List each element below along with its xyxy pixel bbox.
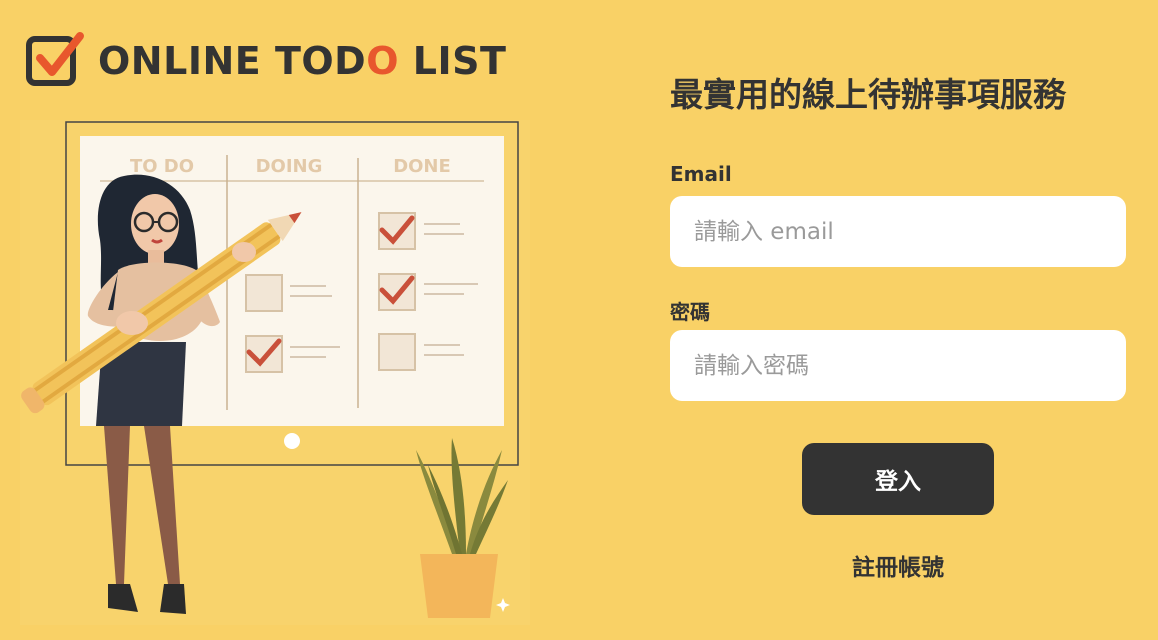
logo-text-main: ONLINE TOD xyxy=(98,39,367,83)
logo-text-accent: O xyxy=(366,39,400,83)
password-input[interactable] xyxy=(670,330,1126,401)
register-link[interactable]: 註冊帳號 xyxy=(802,548,994,582)
email-field-container xyxy=(670,196,1126,267)
column-todo-label: TO DO xyxy=(130,156,194,177)
logo-text-tail: LIST xyxy=(399,39,507,83)
email-input[interactable] xyxy=(670,196,1126,267)
checkbox-logo-icon xyxy=(26,32,84,86)
login-button[interactable]: 登入 xyxy=(802,443,994,515)
column-done-label: DONE xyxy=(393,156,451,177)
page-title: 最實用的線上待辦事項服務 xyxy=(670,75,1066,114)
login-form: 最實用的線上待辦事項服務 Email 密碼 登入 註冊帳號 xyxy=(670,0,1126,640)
password-label: 密碼 xyxy=(670,300,710,324)
app-logo[interactable]: ONLINE TODO LIST xyxy=(24,30,506,92)
column-doing-label: DOING xyxy=(256,156,323,177)
email-label: Email xyxy=(670,162,732,186)
todo-board-illustration: TO DO DOING DONE xyxy=(20,120,530,625)
password-field-container xyxy=(670,330,1126,401)
logo-text: ONLINE TODO LIST xyxy=(98,39,506,83)
